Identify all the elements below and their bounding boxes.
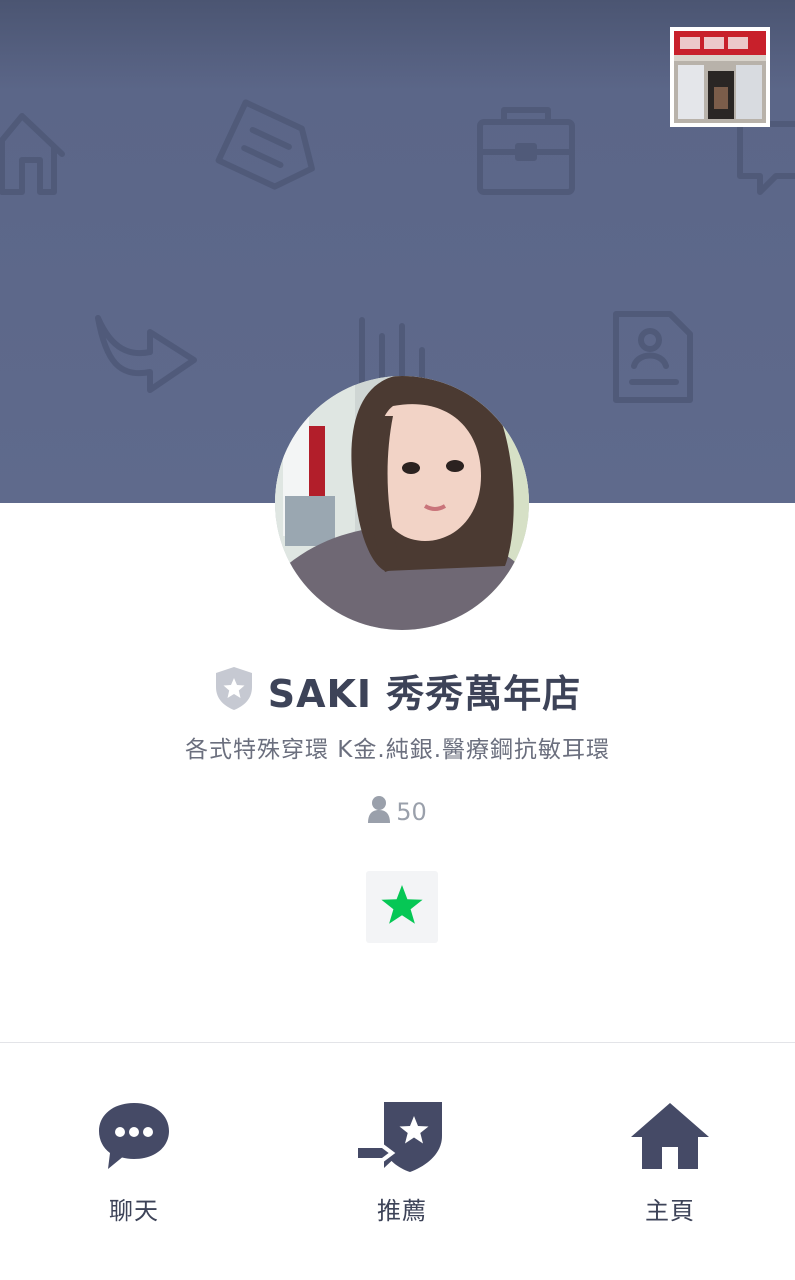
recommend-button[interactable]: 推薦 <box>302 1095 502 1235</box>
avatar-photo <box>275 376 529 630</box>
profile-name-row: SAKI 秀秀萬年店 <box>0 660 795 720</box>
chat-label: 聊天 <box>109 1197 159 1225</box>
profile-name: SAKI 秀秀萬年店 <box>267 671 582 716</box>
chat-button[interactable]: 聊天 <box>34 1095 234 1235</box>
chat-bubble-icon <box>98 1095 170 1177</box>
document-pattern-icon <box>613 311 693 403</box>
friend-count-value: 50 <box>396 798 427 826</box>
chat-pattern-icon <box>737 121 795 195</box>
home-label: 主頁 <box>645 1197 695 1225</box>
briefcase-pattern-icon <box>477 107 575 195</box>
shield-star-icon <box>214 665 254 715</box>
home-button[interactable]: 主頁 <box>570 1095 770 1235</box>
recommend-label: 推薦 <box>377 1197 427 1225</box>
home-icon <box>630 1095 710 1177</box>
profile-avatar[interactable] <box>275 376 529 630</box>
divider <box>0 1042 795 1043</box>
star-icon <box>380 884 424 930</box>
share-arrow-pattern-icon <box>95 315 197 393</box>
tag-pattern-icon <box>215 99 315 190</box>
store-thumbnail[interactable] <box>670 27 770 127</box>
friend-count: 50 <box>0 795 795 829</box>
house-pattern-icon <box>0 113 65 195</box>
status-message: 各式特殊穿環 K金.純銀.醫療鋼抗敏耳環 <box>184 737 610 763</box>
person-icon <box>368 795 391 829</box>
store-front-thumbnail <box>674 31 766 123</box>
recommend-icon <box>358 1095 446 1177</box>
favorite-button[interactable] <box>366 871 438 943</box>
